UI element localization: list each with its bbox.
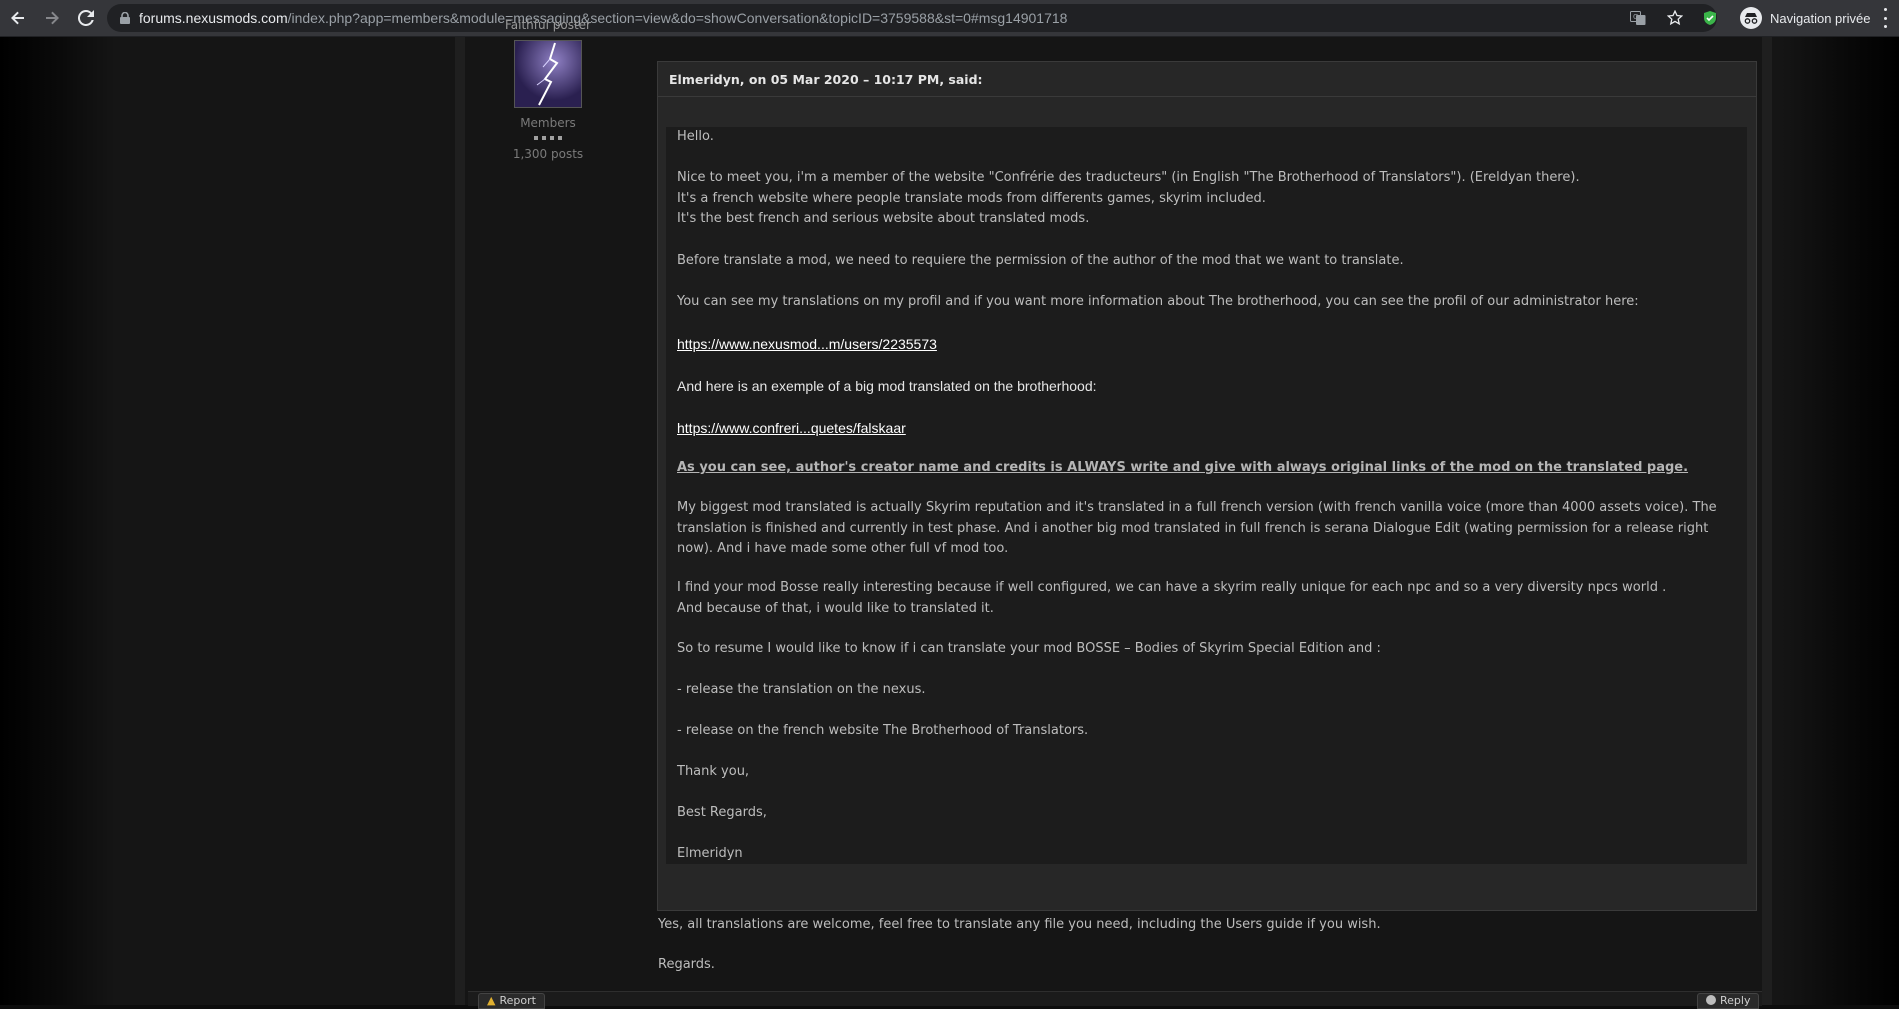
quote-paragraph: Hello. (677, 129, 714, 144)
quote-paragraph: Before translate a mod, we need to requi… (677, 253, 1404, 268)
reply-text: Yes, all translations are welcome, feel … (658, 917, 1381, 932)
forward-icon[interactable] (36, 2, 68, 34)
author-info: Faithful poster Members 1,300 posts (468, 18, 628, 161)
menu-icon[interactable] (1880, 8, 1890, 28)
quote-paragraph: - release the translation on the nexus. (677, 682, 926, 697)
quote-paragraph: My biggest mod translated is actually Sk… (677, 500, 1717, 556)
quote-block: Elmeridyn, on 05 Mar 2020 – 10:17 PM, sa… (657, 61, 1757, 911)
lightning-avatar-image (515, 41, 581, 107)
shield-extension-icon[interactable] (1702, 10, 1718, 26)
translate-icon[interactable]: G (1630, 10, 1646, 26)
reload-icon[interactable] (70, 2, 102, 34)
avatar[interactable] (514, 40, 582, 108)
quote-citation: Elmeridyn, on 05 Mar 2020 – 10:17 PM, sa… (658, 62, 1756, 97)
quote-paragraph: Thank you, (677, 764, 750, 779)
lock-icon[interactable] (117, 10, 133, 26)
star-icon[interactable] (1667, 10, 1683, 26)
example-mod-link[interactable]: https://www.confreri...quetes/falskaar (677, 420, 906, 436)
quote-content: Hello. Nice to meet you, i'm a member of… (666, 127, 1747, 864)
back-icon[interactable] (2, 2, 34, 34)
profile-link[interactable]: https://www.nexusmod...m/users/2235573 (677, 336, 937, 352)
quote-paragraph: I find your mod Bosse really interesting… (677, 580, 1667, 616)
reply-icon (1706, 995, 1716, 1005)
post-count: 1,300 posts (512, 147, 584, 161)
private-mode-label: Navigation privée (1770, 10, 1871, 26)
reply-button[interactable]: Reply (1697, 993, 1760, 1009)
member-group: Members (520, 116, 576, 130)
quote-paragraph: https://www.nexusmod...m/users/2235573 (677, 334, 1745, 357)
svg-text:G: G (1633, 13, 1638, 21)
address-bar[interactable]: forums.nexusmods.com/index.php?app=membe… (107, 4, 1717, 32)
report-button[interactable]: ▲ Report (478, 993, 545, 1009)
report-label: Report (499, 994, 536, 1007)
quote-paragraph: - release on the french website The Brot… (677, 723, 1089, 738)
quote-paragraph: So to resume I would like to know if i c… (677, 641, 1381, 656)
incognito-icon (1740, 7, 1762, 29)
quote-paragraph: Elmeridyn (677, 846, 743, 861)
reply-label: Reply (1720, 994, 1751, 1007)
warning-icon: ▲ (487, 994, 496, 1007)
quote-paragraph: Nice to meet you, i'm a member of the we… (677, 170, 1580, 226)
quote-paragraph: https://www.confreri...quetes/falskaar (677, 418, 1745, 441)
quote-paragraph: You can see my translations on my profil… (677, 294, 1639, 309)
post-controls-bar (468, 991, 1762, 1006)
quote-paragraph: And here is an exemple of a big mod tran… (677, 378, 1097, 394)
member-title: Faithful poster (504, 18, 591, 32)
quote-emphasis: As you can see, author's creator name an… (677, 460, 1689, 475)
private-mode-indicator[interactable]: Navigation privée (1740, 5, 1870, 31)
column-divider (455, 37, 465, 1005)
browser-toolbar: forums.nexusmods.com/index.php?app=membe… (0, 0, 1899, 37)
rank-pips (468, 136, 628, 140)
column-divider (1762, 37, 1772, 1005)
quote-paragraph: Best Regards, (677, 805, 767, 820)
reply-text: Regards. (658, 957, 715, 972)
